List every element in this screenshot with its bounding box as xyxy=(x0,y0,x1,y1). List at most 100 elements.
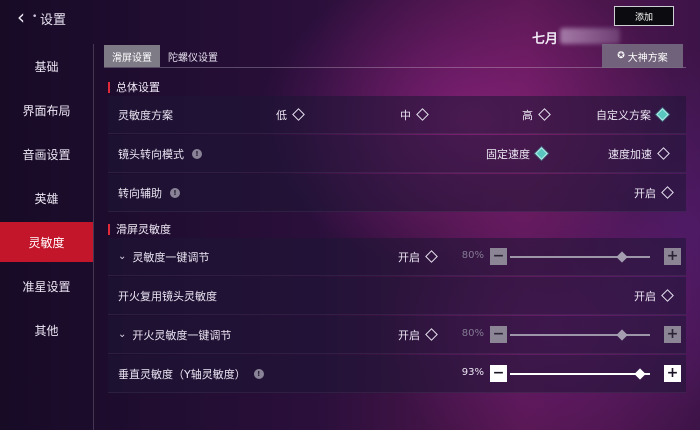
diamond-radio-icon xyxy=(292,108,305,121)
slider-track[interactable] xyxy=(510,367,650,380)
diamond-radio-icon xyxy=(661,186,674,199)
turn-assist-row: 转向辅助 ! 开启 xyxy=(108,174,686,212)
option-label: 自定义方案 xyxy=(596,108,651,122)
option-label: 速度加速 xyxy=(608,147,652,161)
option-medium[interactable]: 中 xyxy=(400,107,429,123)
one-key-toggle[interactable]: 开启 xyxy=(398,249,438,265)
sidebar-item-label: 基础 xyxy=(34,59,59,74)
info-icon[interactable]: ! xyxy=(192,148,202,159)
slider-fill xyxy=(510,372,641,375)
slider-percent: 93% xyxy=(461,366,484,378)
chevron-down-icon[interactable]: ⌄ xyxy=(118,251,126,262)
sidebar-divider xyxy=(93,44,94,430)
option-high[interactable]: 高 xyxy=(522,107,551,123)
slider-thumb[interactable] xyxy=(634,367,646,380)
slider-thumb[interactable] xyxy=(616,250,628,263)
sidebar-item-label: 音画设置 xyxy=(22,147,71,162)
title-separator: • xyxy=(32,12,38,22)
sidebar-item-hero[interactable]: 英雄 xyxy=(0,176,93,220)
slider-track[interactable] xyxy=(510,328,650,341)
tab-gyro-settings[interactable]: 陀螺仪设置 xyxy=(160,45,226,67)
back-button[interactable]: ‹ xyxy=(8,5,34,29)
blurred-name-region xyxy=(560,28,620,44)
section-title-swipe: 滑屏灵敏度 xyxy=(108,221,171,237)
option-label: 固定速度 xyxy=(486,147,530,161)
sensitivity-plan-row: 灵敏度方案 低 中 高 自定义方案 xyxy=(108,96,686,134)
option-speed-accel[interactable]: 速度加速 xyxy=(608,146,670,162)
chevron-down-icon[interactable]: ⌄ xyxy=(118,329,126,340)
camera-mode-label: 镜头转向模式 ! xyxy=(118,146,202,162)
page-title: 设置 xyxy=(40,13,67,28)
diamond-radio-icon xyxy=(416,108,429,121)
slider-track[interactable] xyxy=(510,250,650,263)
info-icon[interactable]: ! xyxy=(170,187,180,198)
option-label: 中 xyxy=(400,108,411,122)
tabs-underline xyxy=(104,67,686,68)
sidebar-item-crosshair[interactable]: 准星设置 xyxy=(0,264,93,308)
player-name: 七月 xyxy=(532,32,559,47)
diamond-radio-icon xyxy=(425,250,438,263)
sidebar-item-other[interactable]: 其他 xyxy=(0,308,93,352)
slider-minus-button[interactable]: − xyxy=(490,325,507,343)
toggle-label: 开启 xyxy=(634,289,656,303)
slider-thumb[interactable] xyxy=(616,328,628,341)
sidebar-item-sensitivity[interactable]: 灵敏度 xyxy=(0,222,93,262)
slider-plus-button[interactable]: + xyxy=(664,247,681,265)
diamond-radio-selected-icon xyxy=(535,147,548,160)
one-key-label: ⌄ 灵敏度一键调节 xyxy=(118,249,209,265)
tab-bar: 滑屏设置 陀螺仪设置 xyxy=(104,45,226,67)
sidebar-item-audio-video[interactable]: 音画设置 xyxy=(0,132,93,176)
toggle-label: 开启 xyxy=(398,250,420,264)
fire-reuse-toggle[interactable]: 开启 xyxy=(634,288,674,304)
top-right-button[interactable]: 添加 xyxy=(614,6,674,26)
info-icon[interactable]: ! xyxy=(253,368,264,379)
diamond-radio-icon xyxy=(661,289,674,302)
slider-plus-button[interactable]: + xyxy=(664,325,681,343)
chevron-left-icon: ‹ xyxy=(17,5,25,29)
slider-percent: 80% xyxy=(461,327,484,339)
sensitivity-plan-label: 灵敏度方案 xyxy=(118,108,173,122)
option-custom[interactable]: 自定义方案 xyxy=(596,107,669,123)
turn-assist-text: 转向辅助 xyxy=(118,186,162,200)
option-label: 低 xyxy=(276,108,287,122)
option-label: 高 xyxy=(522,108,533,122)
pro-preset-label: 大神方案 xyxy=(627,52,668,64)
section-title-general: 总体设置 xyxy=(108,79,160,95)
fire-reuse-label: 开火复用镜头灵敏度 xyxy=(118,289,217,303)
one-key-slider: 80% − + xyxy=(454,247,681,266)
vertical-sensitivity-label: 垂直灵敏度（Y轴灵敏度） ! xyxy=(118,366,264,382)
one-key-row: ⌄ 灵敏度一键调节 开启 80% − + xyxy=(108,238,686,276)
fire-one-key-text: 开火灵敏度一键调节 xyxy=(132,328,232,342)
fire-one-key-row: ⌄ 开火灵敏度一键调节 开启 80% − + xyxy=(108,316,686,354)
pro-preset-button[interactable]: ✪ 大神方案 xyxy=(602,44,683,68)
star-badge-icon: ✪ xyxy=(617,51,625,61)
camera-mode-row: 镜头转向模式 ! 固定速度 速度加速 xyxy=(108,135,686,173)
slider-minus-button[interactable]: − xyxy=(490,364,507,382)
sidebar-item-basic[interactable]: 基础 xyxy=(0,44,93,88)
sidebar: 基础 界面布局 音画设置 英雄 灵敏度 准星设置 其他 xyxy=(0,44,93,352)
sidebar-item-label: 灵敏度 xyxy=(28,235,65,250)
turn-assist-toggle[interactable]: 开启 xyxy=(634,185,674,201)
one-key-text: 灵敏度一键调节 xyxy=(132,250,210,264)
option-fixed-speed[interactable]: 固定速度 xyxy=(486,146,548,162)
sidebar-item-label: 界面布局 xyxy=(22,103,71,118)
vertical-sensitivity-text: 垂直灵敏度（Y轴灵敏度） xyxy=(118,367,246,381)
sidebar-item-layout[interactable]: 界面布局 xyxy=(0,88,93,132)
vertical-slider: 93% − + xyxy=(454,364,681,383)
diamond-radio-selected-icon xyxy=(656,108,669,121)
fire-one-key-slider: 80% − + xyxy=(454,325,681,344)
fire-one-key-toggle[interactable]: 开启 xyxy=(398,327,438,343)
sidebar-item-label: 准星设置 xyxy=(22,279,71,294)
tab-swipe-settings[interactable]: 滑屏设置 xyxy=(104,45,160,67)
fire-reuse-row: 开火复用镜头灵敏度 开启 xyxy=(108,277,686,315)
toggle-label: 开启 xyxy=(398,328,420,342)
option-low[interactable]: 低 xyxy=(276,107,305,123)
slider-plus-button[interactable]: + xyxy=(664,364,681,382)
sidebar-item-label: 英雄 xyxy=(34,191,59,206)
fire-one-key-label: ⌄ 开火灵敏度一键调节 xyxy=(118,327,231,343)
diamond-radio-icon xyxy=(657,147,670,160)
sidebar-item-label: 其他 xyxy=(34,323,59,338)
slider-minus-button[interactable]: − xyxy=(490,247,507,265)
diamond-radio-icon xyxy=(538,108,551,121)
turn-assist-label: 转向辅助 ! xyxy=(118,185,180,201)
